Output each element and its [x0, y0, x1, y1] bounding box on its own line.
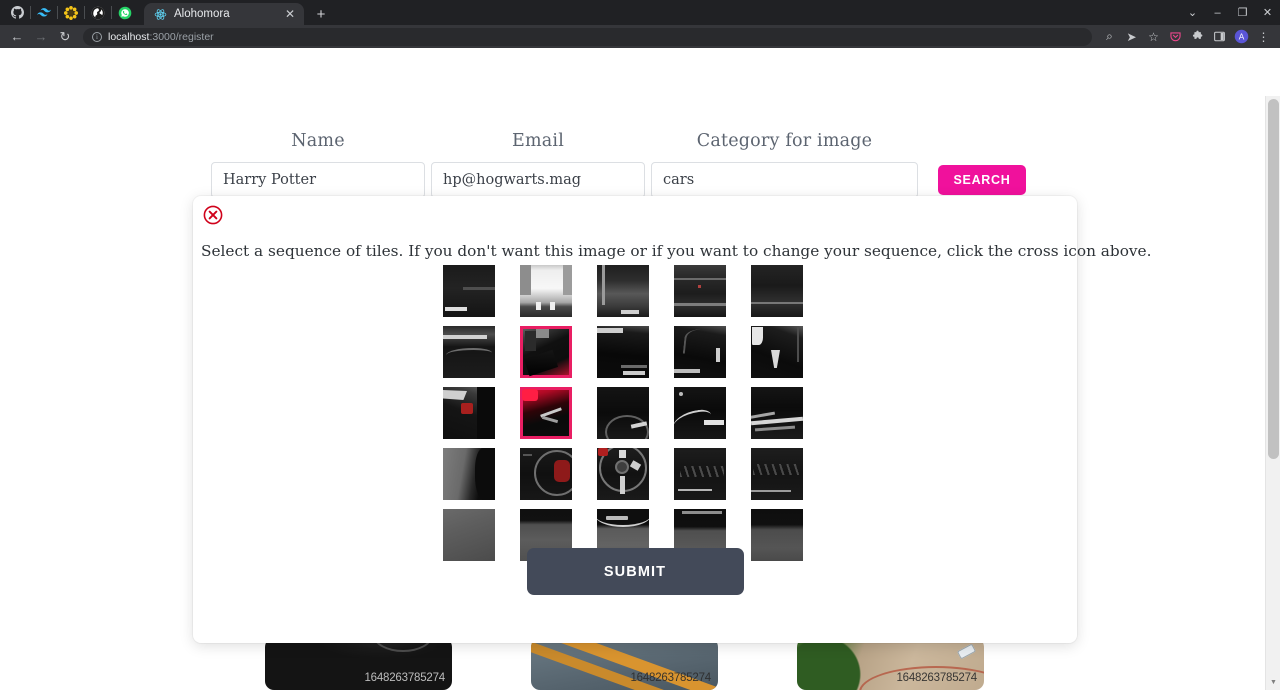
page-content: Name Harry Potter Email hp@hogwarts.mag …	[0, 48, 1280, 690]
close-window-button[interactable]: ✕	[1255, 0, 1280, 25]
tailwind-icon[interactable]	[31, 0, 57, 25]
tile[interactable]	[674, 326, 726, 378]
tile[interactable]	[443, 265, 495, 317]
scroll-down-arrow-icon[interactable]: ▼	[1266, 675, 1280, 690]
minimize-button[interactable]: –	[1205, 0, 1230, 25]
forward-button: →	[34, 29, 48, 44]
category-input[interactable]: cars	[651, 162, 918, 198]
extensions-puzzle-icon[interactable]	[1187, 26, 1208, 47]
tile[interactable]	[520, 448, 572, 500]
tile[interactable]	[520, 265, 572, 317]
tile[interactable]	[443, 448, 495, 500]
tile[interactable]	[751, 387, 803, 439]
chrome-caret-down-icon[interactable]: ⌄	[1180, 0, 1205, 25]
send-icon[interactable]: ➤	[1121, 26, 1142, 47]
submit-button[interactable]: SUBMIT	[526, 548, 744, 595]
url-path: :3000/register	[149, 30, 214, 43]
email-input[interactable]: hp@hogwarts.mag	[431, 162, 645, 198]
toolbar-icons: ⌕ ➤ ☆ A ⋮	[1099, 26, 1274, 47]
pinned-extension-icons	[4, 0, 138, 25]
result-watermark: 1648263785274	[630, 672, 711, 684]
tile[interactable]	[751, 326, 803, 378]
zoom-icon[interactable]: ⌕	[1099, 26, 1120, 47]
whatsapp-icon[interactable]	[112, 0, 138, 25]
tile-selected[interactable]	[520, 326, 572, 378]
browser-chrome: Alohomora ✕ + ⌄ – ❐ ✕ ← → ↻ i localhost:…	[0, 0, 1280, 48]
field-email: Email hp@hogwarts.mag	[431, 131, 645, 198]
field-category: Category for image cars	[651, 131, 918, 198]
bookmark-star-icon[interactable]: ☆	[1143, 26, 1164, 47]
search-results-row: 1648263785274 1648263785274 164826378527…	[265, 638, 984, 690]
tab-strip: Alohomora ✕ + ⌄ – ❐ ✕	[0, 0, 1280, 25]
restore-button[interactable]: ❐	[1230, 0, 1255, 25]
tile[interactable]	[674, 265, 726, 317]
pocket-icon[interactable]	[1165, 26, 1186, 47]
tile[interactable]	[674, 448, 726, 500]
tab-close-icon[interactable]: ✕	[283, 7, 297, 21]
react-atom-icon	[154, 8, 167, 21]
github-icon[interactable]	[4, 0, 30, 25]
reload-button[interactable]: ↻	[54, 27, 76, 47]
back-button[interactable]: ←	[6, 27, 28, 47]
new-tab-button[interactable]: +	[310, 3, 332, 25]
tile[interactable]	[443, 326, 495, 378]
tile[interactable]	[751, 265, 803, 317]
label-email: Email	[512, 131, 564, 151]
label-name: Name	[291, 131, 345, 151]
close-circle-icon[interactable]	[203, 205, 223, 225]
search-form: Name Harry Potter Email hp@hogwarts.mag …	[211, 131, 1026, 198]
label-category: Category for image	[696, 131, 873, 151]
globe-icon[interactable]	[85, 0, 111, 25]
tile[interactable]	[597, 265, 649, 317]
tile[interactable]	[597, 387, 649, 439]
modal-instruction: Select a sequence of tiles. If you don't…	[201, 242, 1152, 260]
scrollbar-thumb[interactable]	[1268, 99, 1279, 459]
sidepanel-icon[interactable]	[1209, 26, 1230, 47]
submit-row: SUBMIT	[193, 548, 1077, 595]
result-watermark: 1648263785274	[896, 672, 977, 684]
name-input[interactable]: Harry Potter	[211, 162, 425, 198]
field-name: Name Harry Potter	[211, 131, 425, 198]
result-card[interactable]: 1648263785274	[531, 638, 718, 690]
browser-tab-alohomora[interactable]: Alohomora ✕	[144, 3, 304, 25]
profile-avatar-icon[interactable]: A	[1231, 26, 1252, 47]
result-watermark: 1648263785274	[364, 672, 445, 684]
result-card[interactable]: 1648263785274	[797, 638, 984, 690]
browser-toolbar: ← → ↻ i localhost:3000/register ⌕ ➤ ☆ A …	[0, 25, 1280, 48]
chrome-menu-icon[interactable]: ⋮	[1253, 26, 1274, 47]
tab-title: Alohomora	[174, 8, 230, 20]
tile[interactable]	[751, 448, 803, 500]
tile[interactable]	[597, 326, 649, 378]
svg-text:A: A	[1239, 33, 1245, 42]
page-scrollbar[interactable]: ▲ ▼	[1265, 96, 1280, 690]
window-controls: ⌄ – ❐ ✕	[1180, 0, 1280, 25]
tile-selection-modal: Select a sequence of tiles. If you don't…	[193, 196, 1152, 643]
site-info-icon[interactable]: i	[92, 31, 102, 42]
tile-grid	[443, 265, 803, 561]
result-card[interactable]: 1648263785274	[265, 638, 452, 690]
url-host: localhost	[108, 30, 150, 43]
address-bar[interactable]: i localhost:3000/register	[83, 27, 1092, 46]
sunflower-icon[interactable]	[58, 0, 84, 25]
address-bar-url: localhost:3000/register	[108, 31, 214, 43]
search-button[interactable]: SEARCH	[938, 165, 1026, 195]
aerial-car-icon	[956, 643, 977, 660]
tile[interactable]	[597, 448, 649, 500]
tile[interactable]	[443, 387, 495, 439]
tile-selected[interactable]	[520, 387, 572, 439]
tile[interactable]	[674, 387, 726, 439]
